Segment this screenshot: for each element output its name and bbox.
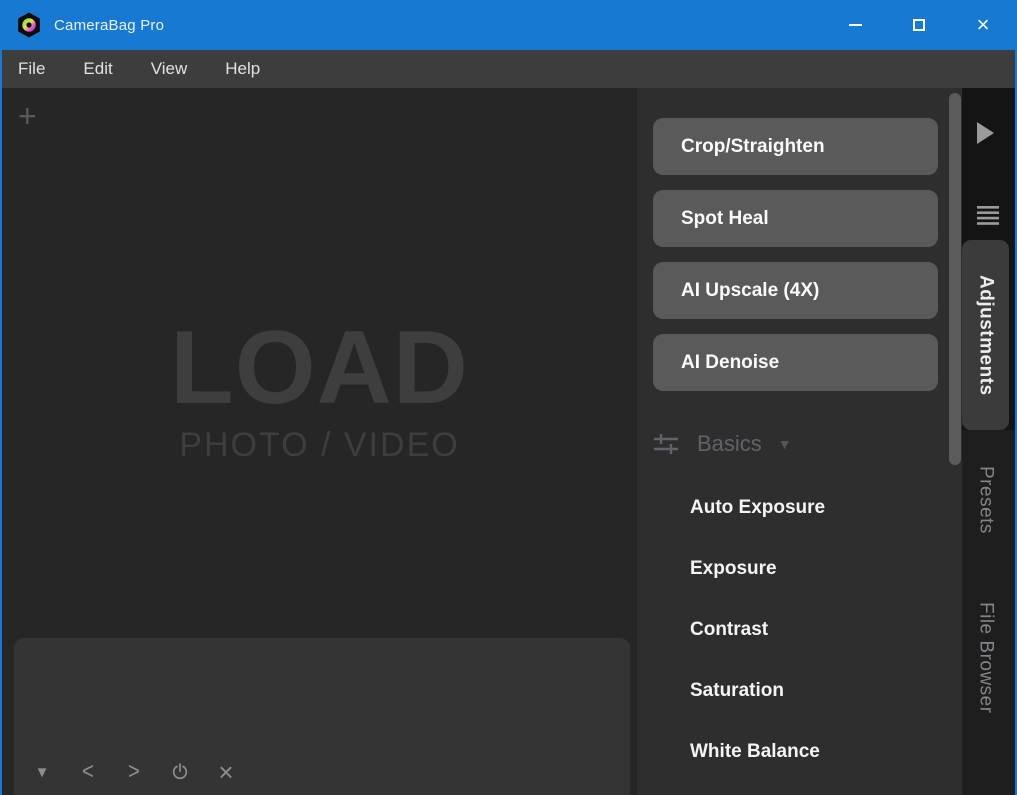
remove-icon[interactable]: × xyxy=(216,759,236,785)
adjustments-panel: Crop/Straighten Spot Heal AI Upscale (4X… xyxy=(637,88,962,795)
menu-file[interactable]: File xyxy=(18,59,45,79)
ai-upscale-button[interactable]: AI Upscale (4X) xyxy=(653,262,938,319)
load-watermark: LOAD PHOTO / VIDEO xyxy=(170,316,469,465)
watermark-title: LOAD xyxy=(170,316,469,420)
menu-help[interactable]: Help xyxy=(225,59,260,79)
maximize-icon xyxy=(913,19,925,31)
minimize-icon xyxy=(849,24,862,26)
panel-scrollbar-thumb[interactable] xyxy=(949,93,961,465)
minimize-button[interactable] xyxy=(823,0,887,50)
tab-presets[interactable]: Presets xyxy=(962,460,1009,540)
window-title: CameraBag Pro xyxy=(54,17,164,34)
play-icon[interactable] xyxy=(977,122,994,144)
title-bar: CameraBag Pro × xyxy=(2,0,1015,50)
add-photo-icon[interactable]: + xyxy=(18,100,37,132)
close-button[interactable]: × xyxy=(951,0,1015,50)
adjustment-exposure[interactable]: Exposure xyxy=(653,538,962,599)
adjustment-contrast[interactable]: Contrast xyxy=(653,599,962,660)
filmstrip-dropdown-icon[interactable]: ▼ xyxy=(32,764,52,781)
adjustment-white-balance[interactable]: White Balance xyxy=(653,721,962,782)
app-window: CameraBag Pro × File Edit View Help + LO… xyxy=(0,0,1017,795)
window-controls: × xyxy=(823,0,1015,50)
power-icon[interactable] xyxy=(170,762,190,782)
ai-denoise-button[interactable]: AI Denoise xyxy=(653,334,938,391)
adjustments-list: Auto Exposure Exposure Contrast Saturati… xyxy=(653,477,962,782)
chevron-down-icon: ▼ xyxy=(778,436,792,452)
next-icon[interactable]: > xyxy=(126,760,143,784)
basics-section-label: Basics xyxy=(697,431,762,457)
crop-straighten-button[interactable]: Crop/Straighten xyxy=(653,118,938,175)
tab-file-browser-label: File Browser xyxy=(975,602,997,714)
tab-adjustments[interactable]: Adjustments xyxy=(962,240,1009,430)
tab-presets-label: Presets xyxy=(975,466,997,534)
maximize-button[interactable] xyxy=(887,0,951,50)
menu-view[interactable]: View xyxy=(151,59,188,79)
side-tab-strip: Adjustments Presets File Browser xyxy=(962,88,1015,795)
adjustment-saturation[interactable]: Saturation xyxy=(653,660,962,721)
basics-section-header[interactable]: Basics ▼ xyxy=(653,431,962,457)
list-icon[interactable] xyxy=(976,205,1000,232)
filmstrip-panel: ▼ < > × xyxy=(14,638,630,795)
filmstrip-controls: ▼ < > × xyxy=(32,759,236,785)
tab-adjustments-label: Adjustments xyxy=(975,275,997,396)
watermark-subtitle: PHOTO / VIDEO xyxy=(170,426,469,465)
previous-icon[interactable]: < xyxy=(80,760,97,784)
spot-heal-button[interactable]: Spot Heal xyxy=(653,190,938,247)
photo-canvas[interactable]: + LOAD PHOTO / VIDEO ▼ < > × xyxy=(2,88,637,795)
menu-edit[interactable]: Edit xyxy=(83,59,112,79)
sliders-icon xyxy=(653,431,679,457)
tab-file-browser[interactable]: File Browser xyxy=(962,590,1009,726)
menu-bar: File Edit View Help xyxy=(2,50,1015,88)
app-logo-icon xyxy=(16,12,42,38)
main-content: + LOAD PHOTO / VIDEO ▼ < > × xyxy=(2,88,1015,795)
adjustment-auto-exposure[interactable]: Auto Exposure xyxy=(653,477,962,538)
